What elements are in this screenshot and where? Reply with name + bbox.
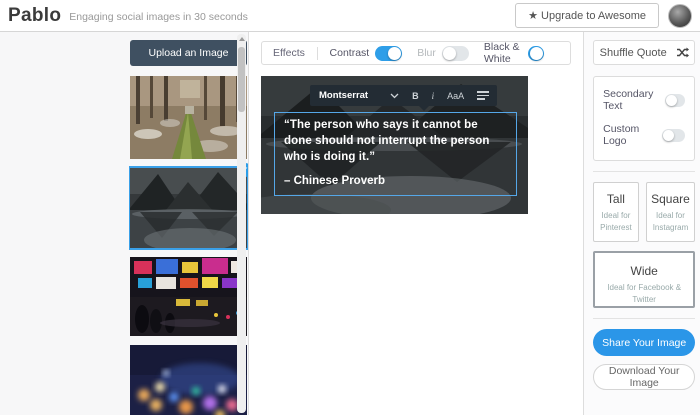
contrast-label: Contrast <box>330 47 370 59</box>
size-card-wide-selected[interactable]: Wide Ideal for Facebook & Twitter <box>593 251 695 308</box>
italic-button[interactable]: i <box>432 91 435 101</box>
size-square-label: Square <box>647 192 695 206</box>
effects-label: Effects <box>273 47 305 59</box>
blur-toggle[interactable] <box>442 46 469 61</box>
size-card-square[interactable]: Square Ideal for Instagram <box>646 182 696 242</box>
mountain-lake-image <box>130 168 247 248</box>
user-avatar[interactable] <box>668 4 692 28</box>
toggle-knob <box>666 95 677 106</box>
effects-bar: Effects Contrast Blur Black & White <box>261 41 571 65</box>
font-name: Montserrat <box>319 90 368 101</box>
quote-text: “The person who says it cannot be done s… <box>284 118 507 166</box>
toggle-knob <box>443 47 456 60</box>
toggle-knob <box>388 47 401 60</box>
shuffle-icon <box>676 47 689 58</box>
secondary-text-row: Secondary Text <box>603 88 685 112</box>
black-white-toggle-group: Black & White <box>484 41 544 65</box>
app-tagline: Engaging social images in 30 seconds <box>69 11 248 23</box>
upgrade-button[interactable]: ★ Upgrade to Awesome <box>515 3 659 28</box>
custom-logo-row: Custom Logo <box>603 123 685 147</box>
library-empty-area <box>0 32 129 415</box>
app-logo: Pablo <box>8 5 61 27</box>
contrast-toggle-group: Contrast <box>330 46 403 61</box>
download-image-button[interactable]: Download Your Image <box>593 364 695 390</box>
canvas-size-options: Tall Ideal for Pinterest Square Ideal fo… <box>593 182 695 242</box>
contrast-toggle[interactable] <box>375 46 402 61</box>
black-white-label: Black & White <box>484 41 522 65</box>
chevron-down-icon <box>390 93 399 99</box>
shuffle-quote-button[interactable]: Shuffle Quote <box>593 40 695 65</box>
library-scrollbar[interactable] <box>237 34 246 413</box>
font-family-select[interactable]: Montserrat <box>319 90 399 101</box>
city-night-image <box>130 257 247 336</box>
toggle-knob <box>530 47 543 60</box>
secondary-text-toggle[interactable] <box>665 94 685 107</box>
main-layout: Upload an Image <box>0 32 700 415</box>
thumbnail-forest-path[interactable] <box>130 76 247 159</box>
blur-toggle-group: Blur <box>417 46 469 61</box>
thumbnail-city-night[interactable] <box>130 257 247 336</box>
text-toolbar: Montserrat B i AaA <box>310 85 497 106</box>
app-header: Pablo Engaging social images in 30 secon… <box>0 0 700 32</box>
size-wide-sub: Ideal for Facebook & Twitter <box>595 282 693 306</box>
upload-image-button[interactable]: Upload an Image <box>130 40 247 66</box>
size-card-tall[interactable]: Tall Ideal for Pinterest <box>593 182 639 242</box>
sidebar-divider <box>593 318 695 319</box>
font-size-button[interactable]: AaA <box>447 91 464 101</box>
thumbnail-mountain-lake[interactable]: ✓ <box>130 168 247 248</box>
options-sidebar: Shuffle Quote Secondary Text Custom Logo… <box>584 32 700 415</box>
size-tall-label: Tall <box>594 192 638 206</box>
quote-attribution: – Chinese Proverb <box>284 175 507 187</box>
quote-textbox[interactable]: “The person who says it cannot be done s… <box>274 112 517 196</box>
bold-button[interactable]: B <box>412 91 419 101</box>
scrollbar-thumb[interactable] <box>238 47 245 112</box>
sidebar-divider <box>593 171 695 172</box>
size-wide-label: Wide <box>595 264 693 278</box>
secondary-text-label: Secondary Text <box>603 88 665 112</box>
text-options-card: Secondary Text Custom Logo <box>593 76 695 161</box>
share-image-button[interactable]: Share Your Image <box>593 329 695 356</box>
image-canvas[interactable]: Montserrat B i AaA “The person who says … <box>261 76 528 214</box>
text-align-button[interactable] <box>477 91 489 100</box>
toggle-knob <box>663 130 674 141</box>
thumbnail-bokeh-lights[interactable] <box>130 345 247 415</box>
thumbnail-list: Upload an Image <box>129 32 248 415</box>
black-white-toggle[interactable] <box>528 46 544 61</box>
blur-label: Blur <box>417 47 436 59</box>
size-square-sub: Ideal for Instagram <box>647 210 695 234</box>
image-library-panel: Upload an Image <box>0 32 249 415</box>
effects-divider <box>317 47 318 60</box>
scrollbar-up-arrow-icon[interactable] <box>239 37 245 41</box>
shuffle-quote-label: Shuffle Quote <box>600 47 667 59</box>
forest-path-image <box>130 76 247 159</box>
size-tall-sub: Ideal for Pinterest <box>594 210 638 234</box>
bokeh-lights-image <box>130 345 247 415</box>
custom-logo-toggle[interactable] <box>662 129 685 142</box>
editor-panel: Effects Contrast Blur Black & White <box>249 32 584 415</box>
custom-logo-label: Custom Logo <box>603 123 662 147</box>
